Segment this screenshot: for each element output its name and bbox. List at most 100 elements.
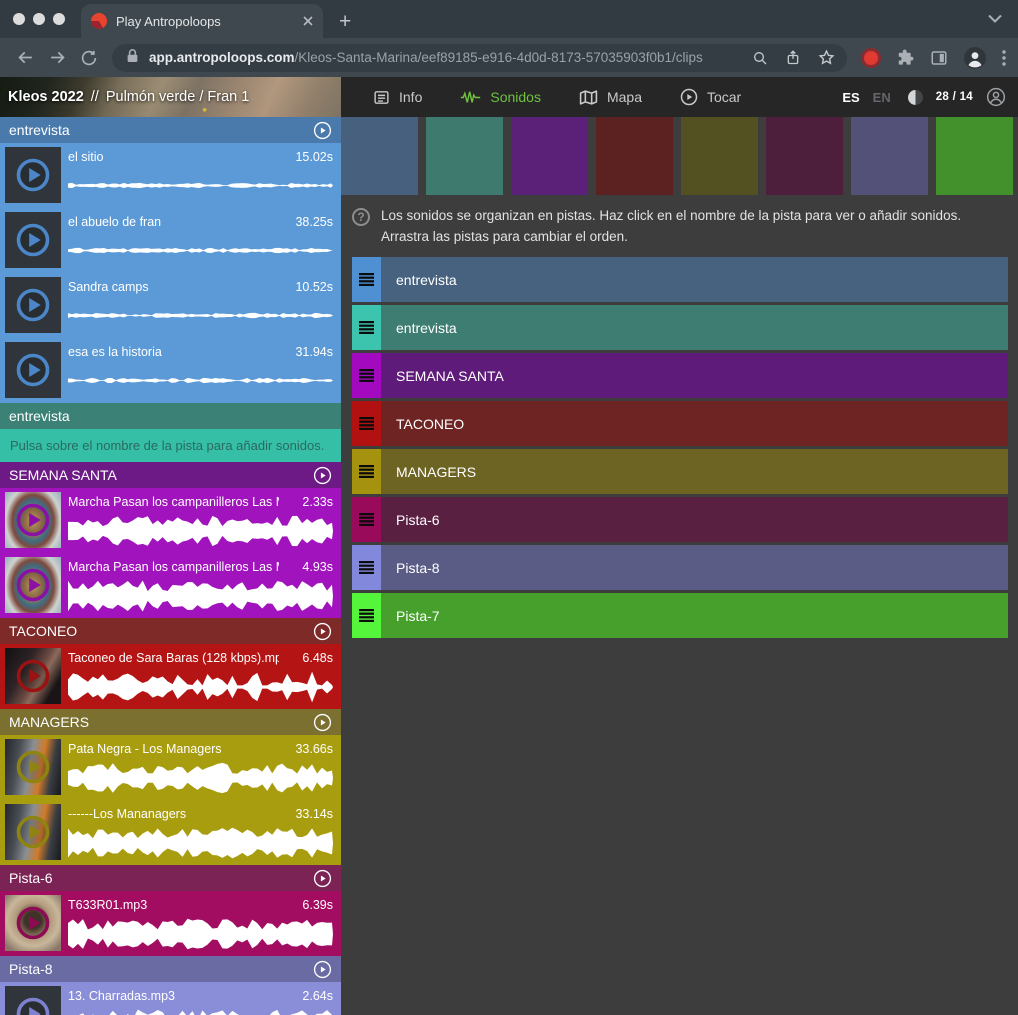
track-header[interactable]: Pista-6 — [0, 865, 341, 891]
clip-play-button[interactable] — [15, 658, 51, 694]
track-header-label[interactable]: MANAGERS — [9, 714, 313, 730]
clip-play-button[interactable] — [15, 502, 51, 538]
track-header-label[interactable]: TACONEO — [9, 623, 313, 639]
drag-handle[interactable] — [352, 257, 381, 302]
track-row-body[interactable]: SEMANA SANTA — [381, 353, 1008, 398]
new-tab-button[interactable]: + — [323, 11, 351, 38]
track-header[interactable]: entrevista — [0, 117, 341, 143]
share-icon[interactable] — [785, 49, 801, 66]
profile-avatar[interactable] — [963, 46, 987, 70]
clip-item[interactable]: Marcha Pasan los campanilleros Las Mejor… — [0, 553, 341, 618]
drag-handle[interactable] — [352, 497, 381, 542]
clip-item[interactable]: esa es la historia31.94s — [0, 338, 341, 403]
track-row-pista-7-7[interactable]: Pista-7 — [352, 593, 1008, 638]
track-header[interactable]: SEMANA SANTA — [0, 462, 341, 488]
nav-tocar[interactable]: Tocar — [680, 88, 741, 106]
nav-info[interactable]: Info — [373, 89, 422, 106]
clip-item[interactable]: Sandra camps10.52s — [0, 273, 341, 338]
clip-play-button[interactable] — [15, 352, 51, 388]
track-play-button[interactable] — [313, 466, 332, 485]
browser-tab[interactable]: Play Antropoloops — [81, 4, 323, 38]
clip-item[interactable]: 13. Charradas.mp32.64s — [0, 982, 341, 1015]
lang-es-button[interactable]: ES — [842, 90, 859, 105]
forward-button[interactable] — [42, 43, 72, 73]
drag-handle[interactable] — [352, 353, 381, 398]
clip-item[interactable]: el abuelo de fran38.25s — [0, 208, 341, 273]
tab-close-icon[interactable] — [303, 16, 313, 26]
track-row-body[interactable]: entrevista — [381, 305, 1008, 350]
clip-waveform — [68, 374, 333, 387]
url-path: /Kleos-Santa-Marina/eef89185-e916-4d0d-8… — [295, 50, 703, 65]
track-row-body[interactable]: Pista-7 — [381, 593, 1008, 638]
nav-mapa[interactable]: Mapa — [579, 89, 642, 106]
track-row-entrevista-0[interactable]: entrevista — [352, 257, 1008, 302]
track-row-body[interactable]: Pista-8 — [381, 545, 1008, 590]
track-row-semana-santa-2[interactable]: SEMANA SANTA — [352, 353, 1008, 398]
account-icon[interactable] — [986, 87, 1006, 107]
split-view-icon[interactable] — [930, 49, 948, 67]
back-button[interactable] — [10, 43, 40, 73]
drag-handle[interactable] — [352, 305, 381, 350]
track-play-button[interactable] — [313, 713, 332, 732]
track-row-pista-6-5[interactable]: Pista-6 — [352, 497, 1008, 542]
track-header-label[interactable]: Pista-6 — [9, 870, 313, 886]
track-row-pista-8-6[interactable]: Pista-8 — [352, 545, 1008, 590]
menu-dots-icon[interactable] — [1002, 50, 1006, 66]
drag-handle[interactable] — [352, 449, 381, 494]
drag-handle[interactable] — [352, 545, 381, 590]
clip-item[interactable]: T633R01.mp36.39s — [0, 891, 341, 956]
info-icon — [373, 89, 390, 106]
track-header[interactable]: Pista-8 — [0, 956, 341, 982]
clip-play-button[interactable] — [15, 222, 51, 258]
track-header[interactable]: entrevista — [0, 403, 341, 429]
track-hint-text: Pulsa sobre el nombre de la pista para a… — [0, 429, 341, 462]
window-minimize-button[interactable] — [33, 13, 45, 25]
track-play-button[interactable] — [313, 622, 332, 641]
track-play-button[interactable] — [313, 121, 332, 140]
clip-item[interactable]: Pata Negra - Los Managers33.66s — [0, 735, 341, 800]
window-zoom-button[interactable] — [53, 13, 65, 25]
clip-item[interactable]: Taconeo de Sara Baras (128 kbps).mp36.48… — [0, 644, 341, 709]
breadcrumb-project[interactable]: Kleos 2022 — [8, 89, 84, 105]
bookmark-star-icon[interactable] — [818, 49, 835, 66]
record-extension-icon[interactable] — [864, 51, 878, 65]
drag-handle[interactable] — [352, 401, 381, 446]
track-header-label[interactable]: entrevista — [9, 122, 313, 138]
drag-handle[interactable] — [352, 593, 381, 638]
browser-toolbar: app.antropoloops.com/Kleos-Santa-Marina/… — [0, 38, 1018, 77]
clip-play-button[interactable] — [15, 287, 51, 323]
clip-play-button[interactable] — [15, 749, 51, 785]
url-bar[interactable]: app.antropoloops.com/Kleos-Santa-Marina/… — [112, 44, 847, 72]
reload-button[interactable] — [74, 43, 104, 73]
track-row-body[interactable]: entrevista — [381, 257, 1008, 302]
clip-play-button[interactable] — [15, 905, 51, 941]
track-row-entrevista-1[interactable]: entrevista — [352, 305, 1008, 350]
breadcrumb[interactable]: Kleos 2022//Pulmón verde / Fran 1 — [8, 89, 249, 105]
nav-sonidos[interactable]: Sonidos — [460, 89, 541, 106]
clip-play-button[interactable] — [15, 996, 51, 1015]
clip-play-button[interactable] — [15, 567, 51, 603]
track-row-taconeo-3[interactable]: TACONEO — [352, 401, 1008, 446]
track-header[interactable]: MANAGERS — [0, 709, 341, 735]
track-row-managers-4[interactable]: MANAGERS — [352, 449, 1008, 494]
clip-play-button[interactable] — [15, 814, 51, 850]
zoom-icon[interactable] — [752, 50, 768, 66]
track-header-label[interactable]: SEMANA SANTA — [9, 467, 313, 483]
track-row-body[interactable]: MANAGERS — [381, 449, 1008, 494]
track-play-button[interactable] — [313, 869, 332, 888]
track-header-label[interactable]: Pista-8 — [9, 961, 313, 977]
track-row-body[interactable]: TACONEO — [381, 401, 1008, 446]
extensions-puzzle-icon[interactable] — [896, 48, 915, 67]
tab-search-chevron-icon[interactable] — [988, 10, 1018, 38]
clip-item[interactable]: ------Los Mananagers33.14s — [0, 800, 341, 865]
window-close-button[interactable] — [13, 13, 25, 25]
clip-item[interactable]: el sitio15.02s — [0, 143, 341, 208]
track-header-label[interactable]: entrevista — [9, 408, 332, 424]
clip-play-button[interactable] — [15, 157, 51, 193]
track-header[interactable]: TACONEO — [0, 618, 341, 644]
track-play-button[interactable] — [313, 960, 332, 979]
track-row-body[interactable]: Pista-6 — [381, 497, 1008, 542]
lang-en-button[interactable]: EN — [873, 90, 891, 105]
clip-item[interactable]: Marcha Pasan los campanilleros Las Mejor… — [0, 488, 341, 553]
tab-favicon-icon — [91, 13, 107, 29]
